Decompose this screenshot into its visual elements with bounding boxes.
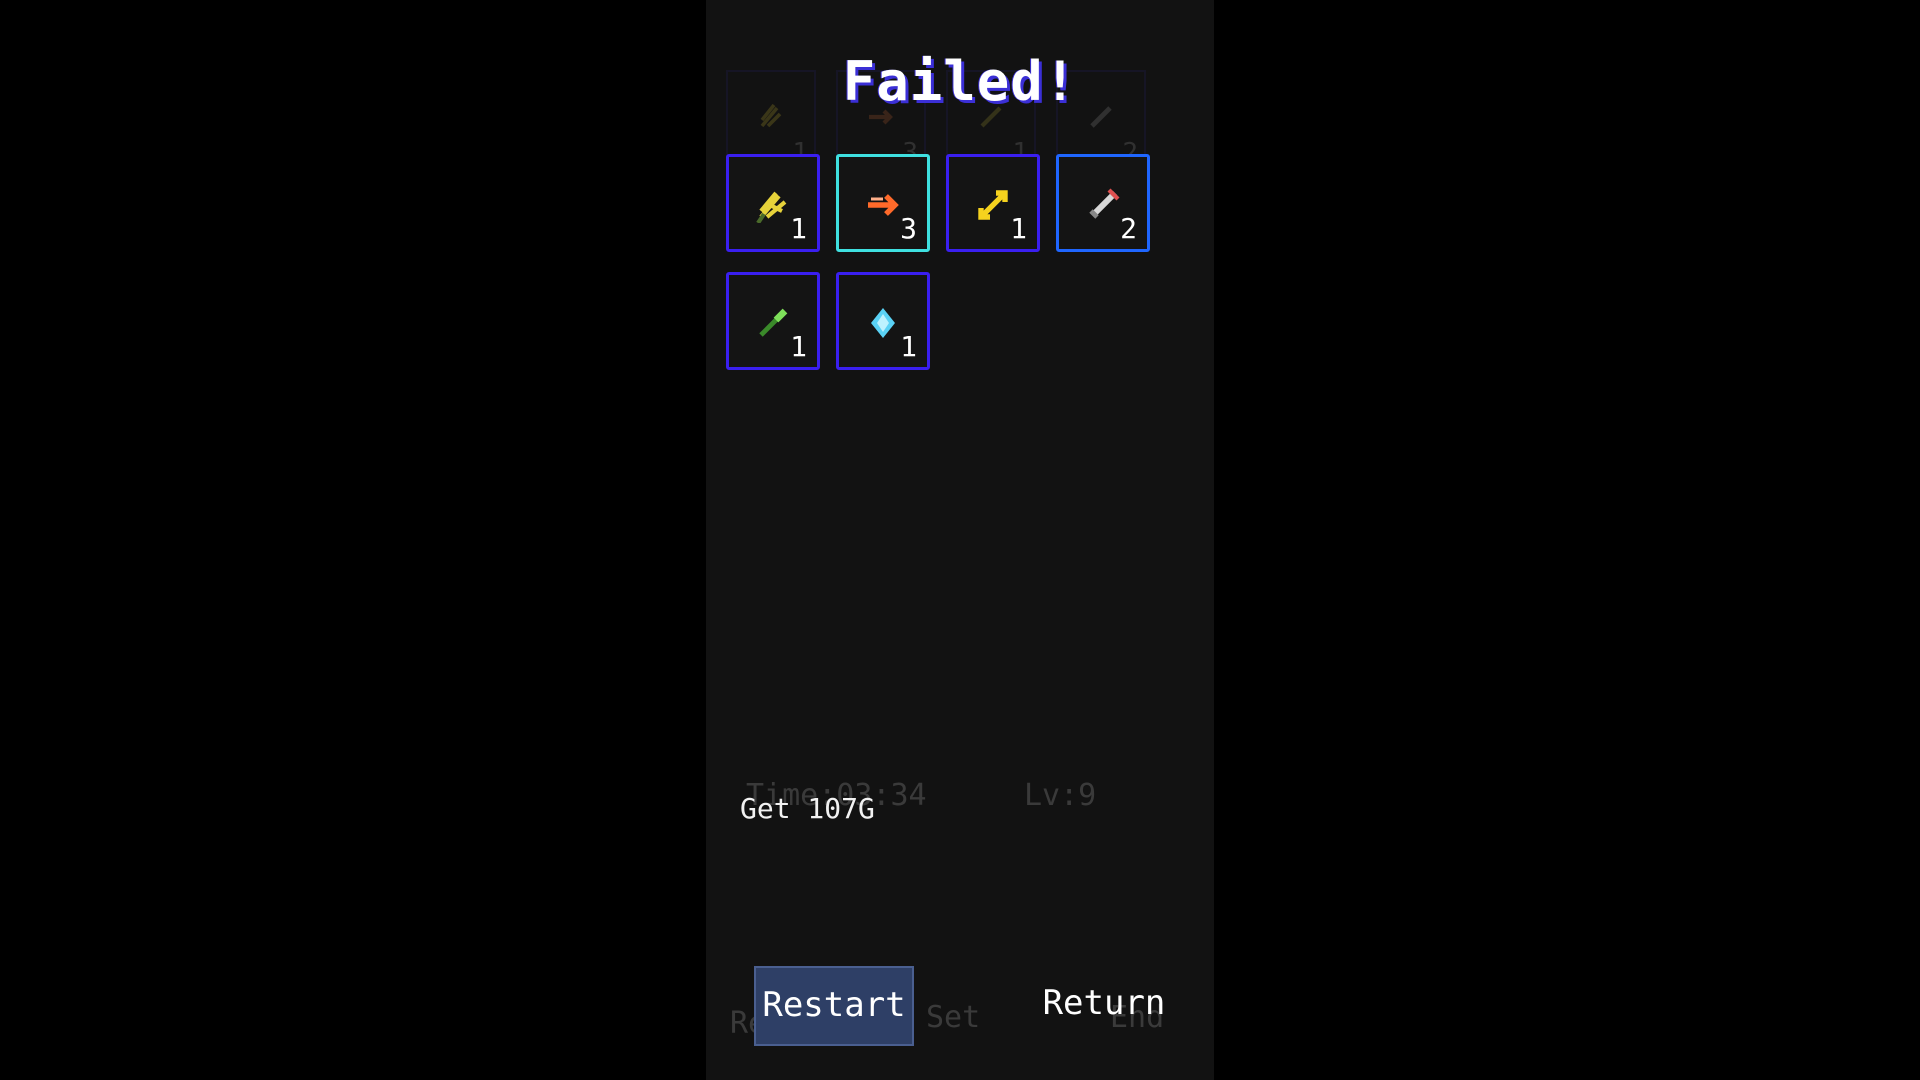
- item-slot-selected[interactable]: 3: [836, 154, 930, 252]
- item-count: 2: [1120, 212, 1137, 245]
- item-slot[interactable]: 1: [726, 154, 820, 252]
- gold-reward-text: Get 107G: [740, 792, 875, 825]
- item-count: 1: [1010, 212, 1027, 245]
- blue-crystal-icon: [871, 308, 895, 338]
- item-slot[interactable]: 1: [946, 154, 1040, 252]
- item-count: 1: [790, 330, 807, 363]
- return-button[interactable]: Return: [1034, 966, 1174, 1046]
- hud-set-label: Set: [926, 1000, 981, 1035]
- steel-sword-icon: [1089, 188, 1120, 219]
- green-wand-icon: [759, 308, 788, 337]
- item-count: 3: [900, 212, 917, 245]
- fire-arrow-icon: [868, 194, 899, 216]
- game-panel: 1 3 1 2 Time:03:34 Lv:9 Return Set End F…: [706, 0, 1214, 1080]
- item-slot[interactable]: 1: [726, 272, 820, 370]
- item-count: 1: [900, 330, 917, 363]
- gold-double-arrow-icon: [978, 190, 1008, 220]
- yellow-claw-icon: [756, 191, 787, 223]
- item-slot[interactable]: 2: [1056, 154, 1150, 252]
- result-title: Failed!: [842, 50, 1078, 113]
- hud-level: Lv:9: [1024, 778, 1097, 813]
- item-count: 1: [790, 212, 807, 245]
- restart-button[interactable]: Restart: [754, 966, 914, 1046]
- item-slot[interactable]: 1: [836, 272, 930, 370]
